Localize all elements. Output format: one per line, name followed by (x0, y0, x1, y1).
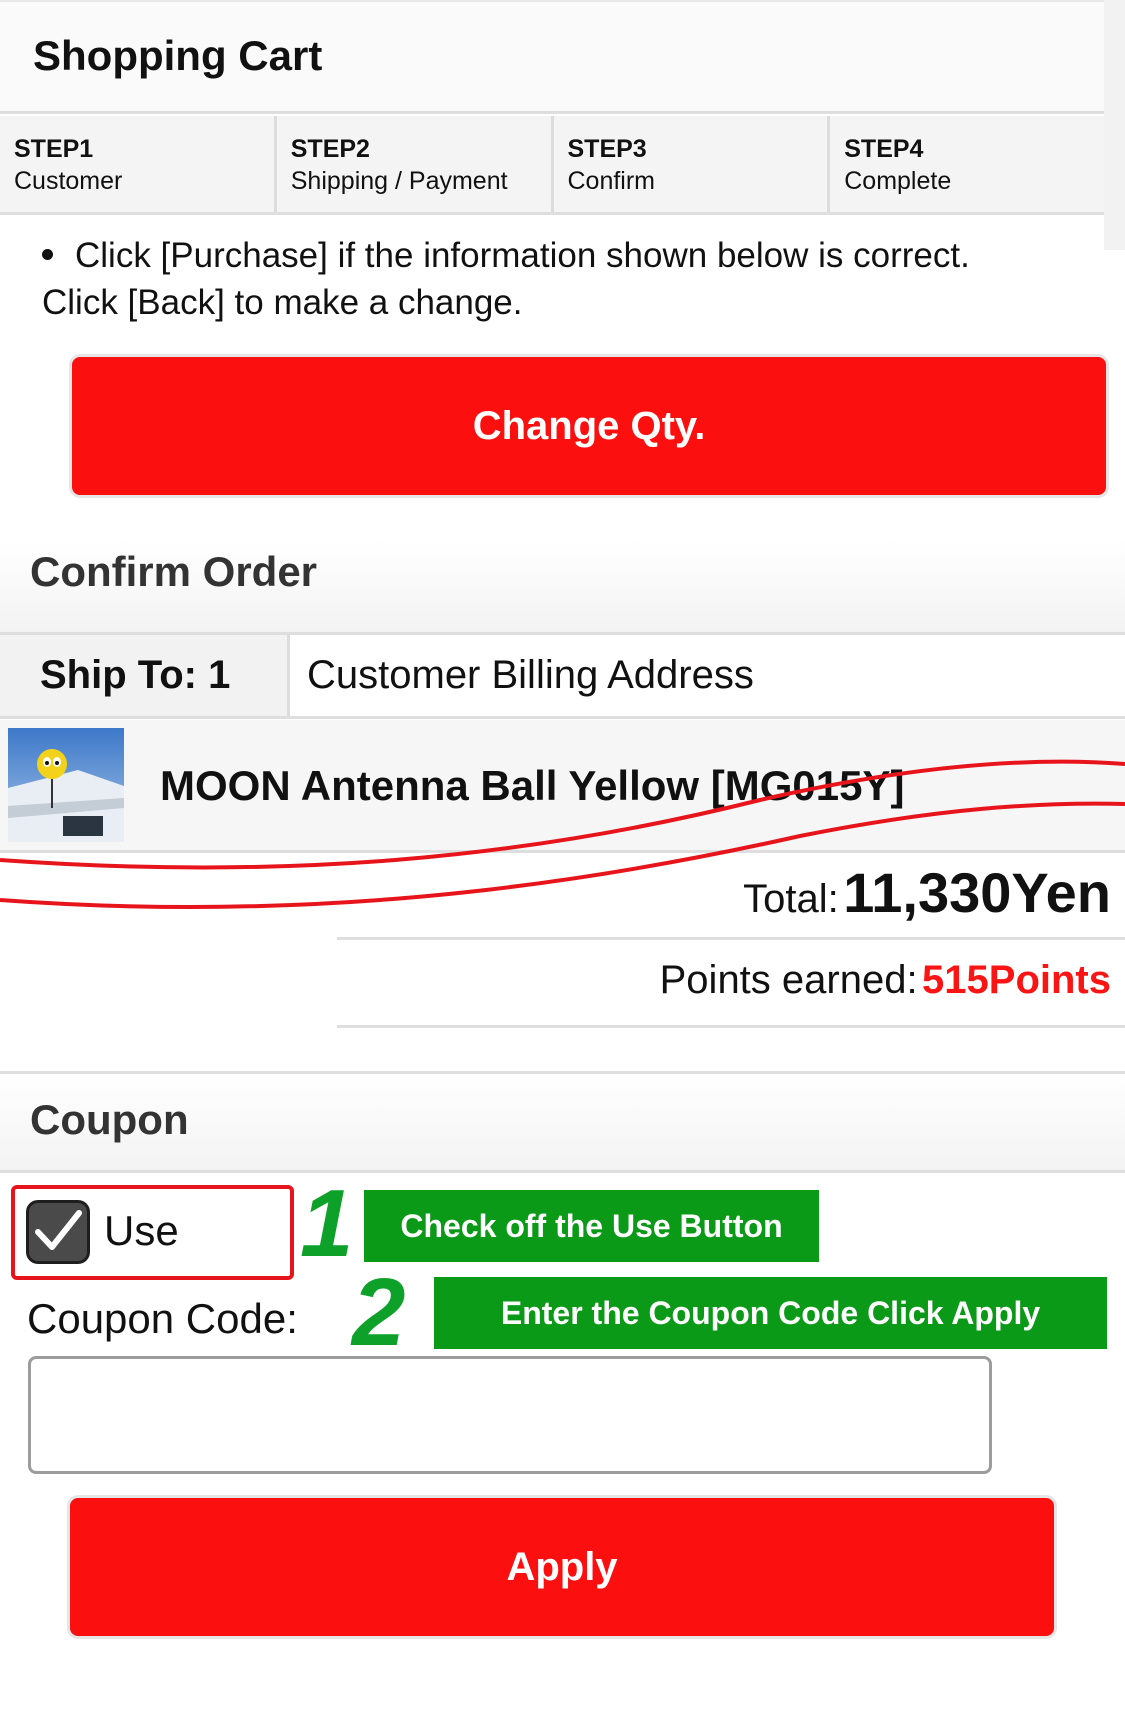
use-coupon-checkbox[interactable] (26, 1200, 90, 1264)
points-value: 515Points (922, 958, 1111, 1002)
scroll-edge (1104, 0, 1125, 250)
checkmark-icon (35, 1210, 82, 1250)
use-coupon-checkbox-group[interactable]: Use (11, 1185, 294, 1280)
step-label: Confirm (567, 167, 656, 195)
page: Shopping Cart STEP1 Customer STEP2 Shipp… (0, 0, 1125, 1718)
instruction-line-1: Click [Purchase] if the information show… (42, 232, 1082, 279)
total-group: Total: 11,330Yen (743, 860, 1111, 925)
step-number: STEP4 (844, 135, 924, 163)
points-group: Points earned: 515Points (660, 958, 1111, 1003)
bullet-icon (42, 249, 53, 261)
points-row: Points earned: 515Points (337, 940, 1125, 1028)
annotation-number-1: 1 (300, 1170, 354, 1277)
page-header: Shopping Cart (0, 0, 1104, 114)
points-label: Points earned: (659, 958, 918, 1002)
ship-to-value: Customer Billing Address (307, 653, 754, 697)
use-coupon-label[interactable]: Use (104, 1207, 179, 1255)
annotation-enter-code: Enter the Coupon Code Click Apply (434, 1277, 1107, 1349)
ship-to-label: Ship To: 1 (0, 635, 290, 716)
section-divider (0, 1170, 1125, 1173)
total-row: Total: 11,330Yen (337, 860, 1125, 940)
step-label: Shipping / Payment (290, 167, 508, 195)
annotation-check-use: Check off the Use Button (364, 1190, 819, 1262)
apply-button[interactable]: Apply (70, 1498, 1054, 1636)
instruction-line-2: Click [Back] to make a change. (42, 283, 523, 322)
instruction-purchase: Click [Purchase] if the information show… (75, 236, 970, 275)
coupon-code-label: Coupon Code: (27, 1295, 298, 1342)
step-complete: STEP4 Complete (830, 116, 1104, 212)
step-shipping-payment: STEP2 Shipping / Payment (277, 116, 554, 212)
ship-to-row: Ship To: 1 Customer Billing Address (0, 632, 1125, 719)
step-confirm: STEP3 Confirm (554, 116, 831, 212)
step-number: STEP1 (14, 135, 94, 163)
page-title: Shopping Cart (33, 32, 323, 79)
step-number: STEP2 (290, 135, 370, 163)
total-label: Total: (743, 877, 839, 921)
step-label: Customer (14, 167, 123, 195)
checkout-steps: STEP1 Customer STEP2 Shipping / Payment … (0, 116, 1104, 215)
total-value: 11,330Yen (843, 861, 1111, 924)
change-qty-button[interactable]: Change Qty. (72, 357, 1106, 495)
instruction-text: Click [Purchase] if the information show… (42, 232, 1082, 326)
annotation-number-2: 2 (352, 1259, 406, 1366)
confirm-order-title: Confirm Order (30, 548, 318, 595)
coupon-title: Coupon (30, 1096, 189, 1143)
step-customer: STEP1 Customer (0, 116, 277, 212)
annotation-curve-upper (0, 759, 1125, 870)
step-label: Complete (844, 167, 952, 195)
step-number: STEP3 (567, 135, 647, 163)
coupon-code-input[interactable] (28, 1356, 992, 1474)
